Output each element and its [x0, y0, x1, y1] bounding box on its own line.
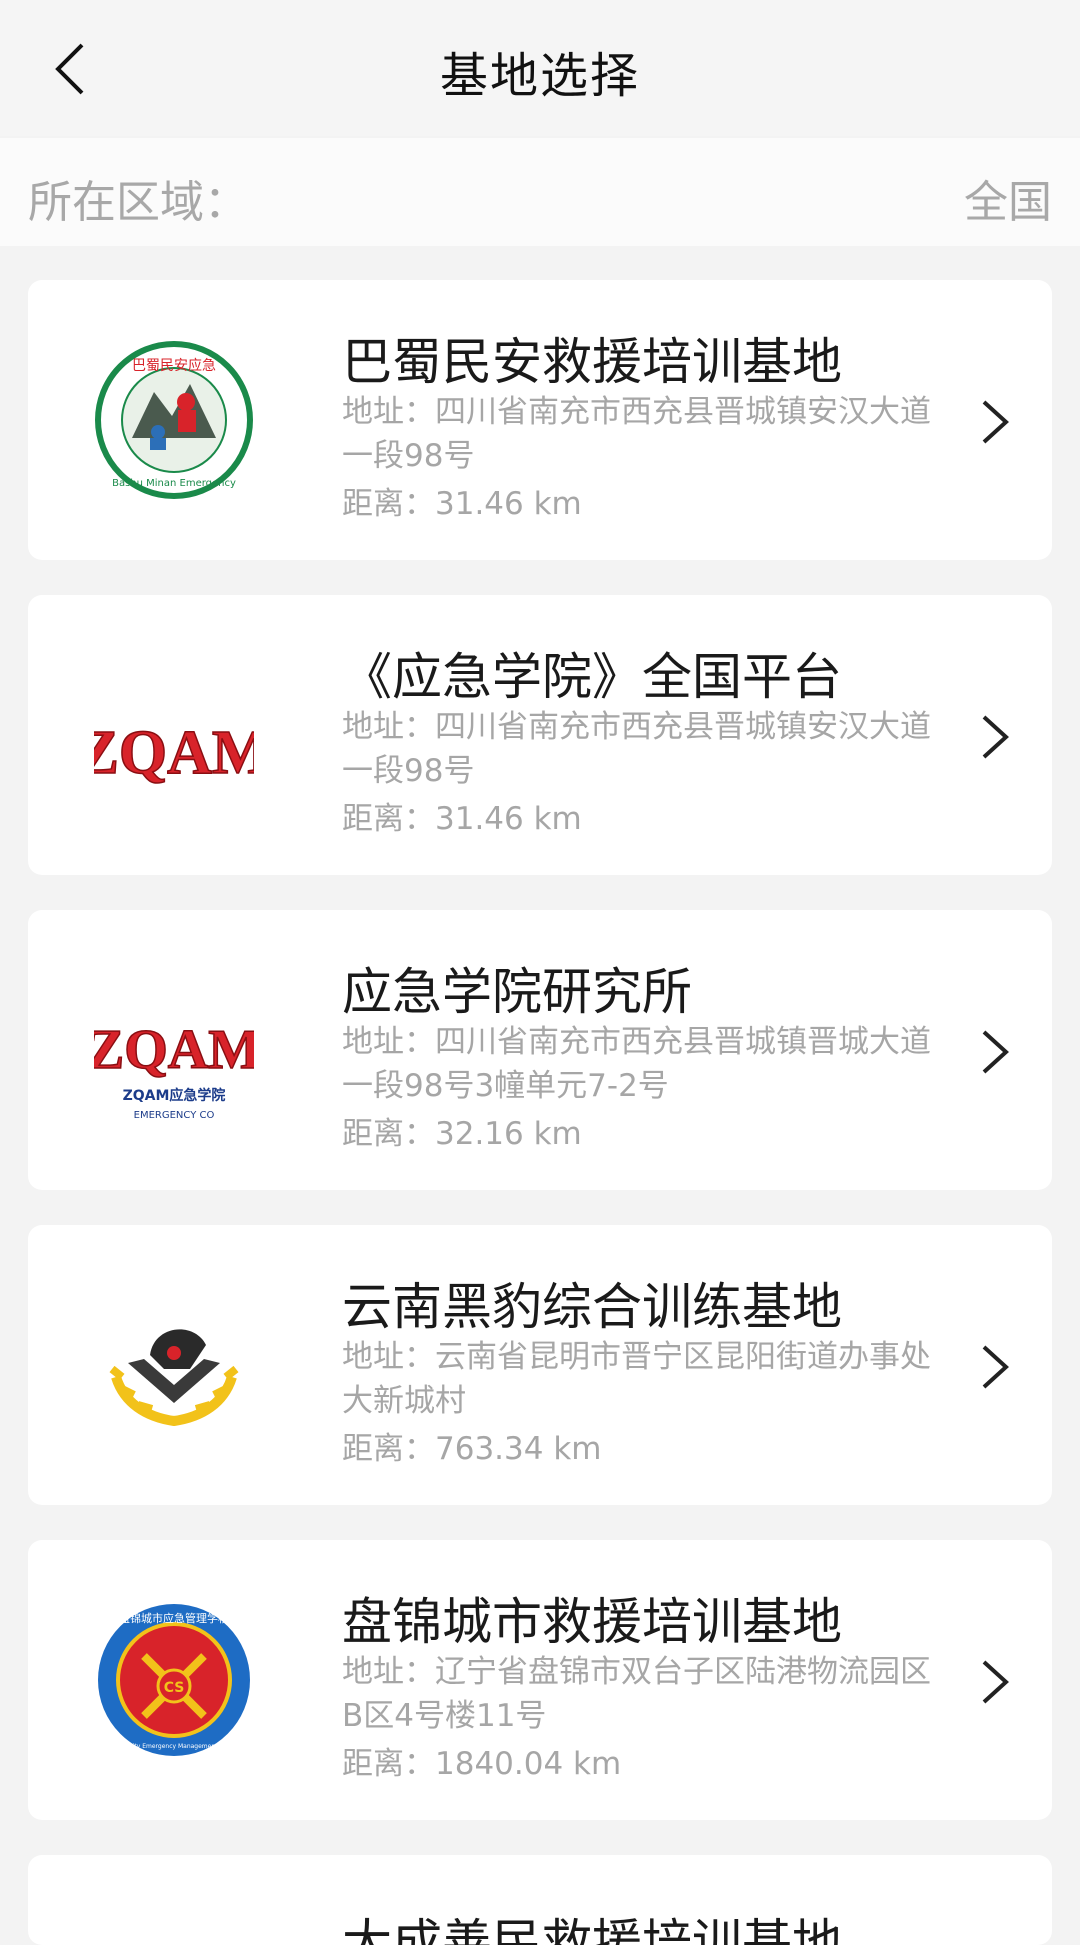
svg-text:巴蜀民安应急: 巴蜀民安应急 [132, 357, 216, 374]
black-panther-emblem-logo [94, 1285, 254, 1445]
base-address: 地址：四川省南充市西充县晋城镇安汉大道一段98号 [342, 394, 931, 474]
svg-text:EMERGENCY CO: EMERGENCY CO [134, 1110, 215, 1121]
zqam-logo: ZQAM [94, 655, 254, 815]
region-filter[interactable]: 所在区域： 全国 [0, 138, 1080, 246]
base-card[interactable]: ZQAM 《应急学院》全国平台 地址：四川省南充市西充县晋城镇安汉大道一段98号… [28, 595, 1052, 875]
base-address: 地址：四川省南充市西充县晋城镇安汉大道一段98号 [342, 709, 931, 789]
region-value[interactable]: 全国 [964, 166, 1052, 230]
panjin-emergency-school-logo: CS 盘锦城市应急管理学校 Panjin City Emergency Mana… [94, 1600, 254, 1760]
chevron-right-icon [982, 715, 1009, 759]
bashu-minan-emergency-logo: 巴蜀民安应急 Bashu Minan Emergency [94, 340, 254, 500]
chevron-right-icon [982, 1345, 1009, 1389]
chevron-right-icon [982, 1030, 1009, 1074]
base-card[interactable]: 云南黑豹综合训练基地 地址：云南省昆明市晋宁区昆阳街道办事处大新城村 距离：76… [28, 1225, 1052, 1505]
base-name: 大成善民救援培训基地 [342, 1914, 842, 1945]
svg-text:ZQAM: ZQAM [94, 719, 254, 787]
svg-text:Bashu Minan Emergency: Bashu Minan Emergency [112, 478, 236, 489]
page-title: 基地选择 [439, 48, 640, 104]
base-distance: 距离：763.34 km [342, 1431, 602, 1467]
base-list: 巴蜀民安应急 Bashu Minan Emergency 巴蜀民安救援培训基地 … [28, 280, 1052, 1855]
header: 基地选择 [0, 0, 1080, 136]
svg-text:Panjin City Emergency Manageme: Panjin City Emergency Management School [109, 1743, 240, 1750]
svg-text:ZQAM应急学院: ZQAM应急学院 [123, 1087, 226, 1104]
base-distance: 距离：1840.04 km [342, 1746, 622, 1782]
zqam-emergency-logo: ZQAM ZQAM应急学院 EMERGENCY CO [94, 970, 254, 1130]
base-card[interactable]: 大成善民救援培训基地 [28, 1855, 1052, 1945]
base-card[interactable]: CS 盘锦城市应急管理学校 Panjin City Emergency Mana… [28, 1540, 1052, 1820]
base-address: 地址：四川省南充市西充县晋城镇晋城大道一段98号3幢单元7-2号 [342, 1024, 931, 1104]
chevron-right-icon [982, 1660, 1009, 1704]
svg-text:盘锦城市应急管理学校: 盘锦城市应急管理学校 [119, 1611, 229, 1625]
region-label: 所在区域： [28, 177, 248, 228]
base-name: 巴蜀民安救援培训基地 [342, 333, 842, 391]
base-distance: 距离：31.46 km [342, 486, 582, 522]
base-name: 《应急学院》全国平台 [342, 648, 842, 706]
svg-text:CS: CS [164, 1680, 185, 1696]
base-card[interactable]: 巴蜀民安应急 Bashu Minan Emergency 巴蜀民安救援培训基地 … [28, 280, 1052, 560]
base-distance: 距离：32.16 km [342, 1116, 582, 1152]
base-card[interactable]: ZQAM ZQAM应急学院 EMERGENCY CO 应急学院研究所 地址：四川… [28, 910, 1052, 1190]
base-name: 云南黑豹综合训练基地 [342, 1278, 842, 1336]
svg-text:ZQAM: ZQAM [94, 1019, 254, 1081]
chevron-right-icon [982, 400, 1009, 444]
base-distance: 距离：31.46 km [342, 801, 582, 837]
base-address: 地址：云南省昆明市晋宁区昆阳街道办事处大新城村 [342, 1339, 931, 1419]
base-name: 盘锦城市救援培训基地 [342, 1593, 842, 1651]
base-address: 地址：辽宁省盘锦市双台子区陆港物流园区B区4号楼11号 [342, 1654, 931, 1734]
base-name: 应急学院研究所 [342, 963, 692, 1021]
